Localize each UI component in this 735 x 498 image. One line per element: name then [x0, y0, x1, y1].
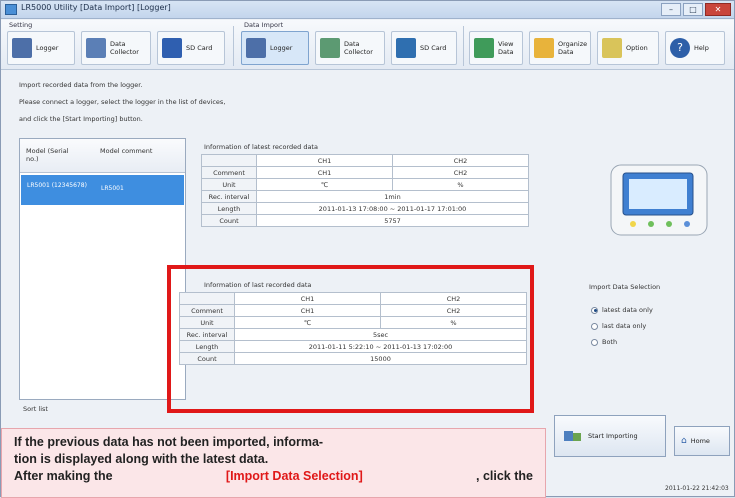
option-icon	[602, 38, 622, 58]
setting-data-collector-label: Data Collector	[110, 40, 139, 56]
setting-logger-button[interactable]: Logger	[7, 31, 75, 65]
data-collector-icon	[86, 38, 106, 58]
import-sd-card-button[interactable]: SD Card	[391, 31, 457, 65]
radio-dot[interactable]	[591, 338, 598, 346]
logger-icon	[12, 38, 32, 58]
instruction-line: and click the [Start Importing] button.	[19, 115, 143, 123]
instruction-line: Please connect a logger, select the logg…	[19, 98, 226, 106]
device-model: LR5001 (12345678)	[27, 182, 87, 189]
device-comment: LR5001	[101, 185, 124, 192]
ribbon-toolbar: Setting Data Import Logger Data Collecto…	[1, 20, 734, 70]
radio-dot[interactable]	[591, 306, 598, 314]
import-logger-label: Logger	[270, 44, 293, 52]
maximize-button[interactable]: □	[683, 3, 703, 16]
column-model[interactable]: Model (Serial no.)	[26, 147, 76, 163]
sort-list-label[interactable]: Sort list	[23, 405, 48, 413]
close-button[interactable]: ✕	[705, 3, 731, 16]
header-ch2: CH2	[392, 154, 529, 167]
data-collector-icon	[320, 38, 340, 58]
cell-value: 5757	[256, 214, 529, 227]
import-group-label: Data Import	[244, 21, 284, 29]
sd-card-icon	[396, 38, 416, 58]
folder-icon	[534, 38, 554, 58]
cell-value: 1min	[256, 190, 529, 203]
radio-label: Both	[602, 338, 618, 346]
cell-value: CH2	[392, 166, 529, 179]
highlight-box	[167, 265, 534, 413]
home-icon: ⌂	[681, 436, 687, 446]
setting-sd-card-button[interactable]: SD Card	[157, 31, 225, 65]
help-label: Help	[694, 44, 709, 52]
logger-device-image	[610, 164, 708, 236]
minimize-button[interactable]: –	[661, 3, 681, 16]
row-label: Unit	[201, 178, 257, 191]
timestamp: 2011-01-22 21:42:03	[665, 485, 729, 492]
row-label: Count	[201, 214, 257, 227]
setting-group-label: Setting	[9, 21, 33, 29]
callout-text: After making the	[14, 469, 113, 483]
start-importing-label: Start Importing	[588, 432, 638, 440]
header-ch1: CH1	[256, 154, 393, 167]
callout-line: If the previous data has not been import…	[14, 435, 324, 449]
callout-line: After making the [Import Data Selection]…	[14, 468, 533, 485]
cell-value: ℃	[256, 178, 393, 191]
callout-line: tion is displayed along with the latest …	[14, 452, 269, 466]
start-importing-button[interactable]: Start Importing	[554, 415, 666, 457]
column-comment[interactable]: Model comment	[100, 147, 152, 155]
option-button[interactable]: Option	[597, 31, 659, 65]
view-data-button[interactable]: View Data	[469, 31, 523, 65]
title-bar: LR5000 Utility [Data Import] [Logger] – …	[1, 1, 734, 19]
import-selection-title: Import Data Selection	[589, 283, 661, 291]
radio-dot[interactable]	[591, 322, 598, 330]
callout-text: , click the	[476, 469, 533, 483]
import-data-collector-button[interactable]: Data Collector	[315, 31, 385, 65]
application-window: LR5000 Utility [Data Import] [Logger] – …	[0, 0, 735, 498]
sd-card-icon	[162, 38, 182, 58]
setting-sd-card-label: SD Card	[186, 44, 213, 52]
radio-label: last data only	[602, 322, 647, 330]
device-list-header: Model (Serial no.) Model comment	[20, 139, 185, 173]
radio-both[interactable]: Both	[591, 338, 617, 346]
logger-icon	[246, 38, 266, 58]
cell-value: 2011-01-13 17:08:00 ~ 2011-01-17 17:01:0…	[256, 202, 529, 215]
ribbon-separator	[463, 26, 464, 66]
import-data-collector-label: Data Collector	[344, 40, 373, 56]
row-label: Length	[201, 202, 257, 215]
setting-logger-label: Logger	[36, 44, 59, 52]
callout-note: If the previous data has not been import…	[1, 428, 546, 498]
organize-data-label: Organize Data	[558, 40, 588, 56]
radio-latest-only[interactable]: latest data only	[591, 306, 653, 314]
window-title: LR5000 Utility [Data Import] [Logger]	[21, 3, 171, 12]
callout-highlight: [Import Data Selection]	[225, 469, 363, 483]
cell-value: %	[392, 178, 529, 191]
view-data-icon	[474, 38, 494, 58]
device-list[interactable]: Model (Serial no.) Model comment LR5001 …	[19, 138, 186, 400]
view-data-label: View Data	[498, 40, 514, 56]
home-label: Home	[690, 437, 710, 445]
app-icon	[5, 4, 17, 15]
radio-label: latest data only	[602, 306, 653, 314]
cell-value: CH1	[256, 166, 393, 179]
latest-info-title: Information of latest recorded data	[204, 143, 318, 151]
import-icon	[564, 431, 581, 441]
help-button[interactable]: ? Help	[665, 31, 725, 65]
organize-data-button[interactable]: Organize Data	[529, 31, 591, 65]
device-row[interactable]: LR5001 (12345678) LR5001	[21, 175, 184, 205]
home-button[interactable]: ⌂ Home	[674, 426, 730, 456]
row-label: Rec. interval	[201, 190, 257, 203]
radio-last-only[interactable]: last data only	[591, 322, 646, 330]
ribbon-separator	[233, 26, 234, 66]
import-sd-card-label: SD Card	[420, 44, 447, 52]
help-icon: ?	[670, 38, 690, 58]
setting-data-collector-button[interactable]: Data Collector	[81, 31, 151, 65]
instruction-line: Import recorded data from the logger.	[19, 81, 143, 89]
row-label: Comment	[201, 166, 257, 179]
header-blank	[201, 154, 257, 167]
latest-info-table: CH1 CH2 Comment CH1 CH2 Unit ℃ % Rec. in…	[201, 154, 529, 227]
import-logger-button[interactable]: Logger	[241, 31, 309, 65]
option-label: Option	[626, 44, 648, 52]
